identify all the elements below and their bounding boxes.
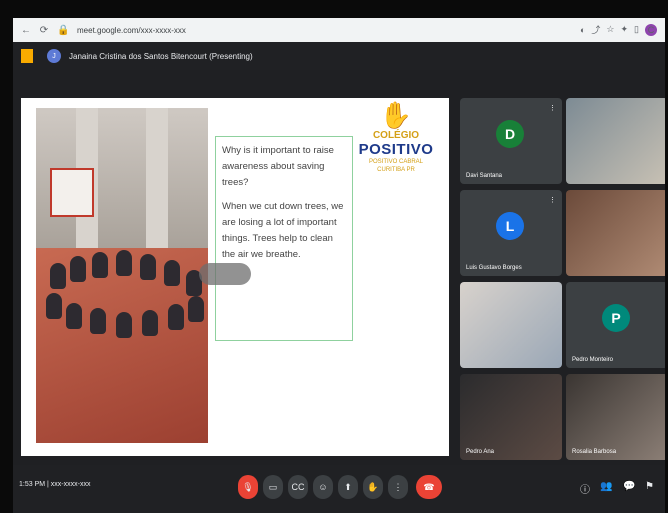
presentation-header: J Janaina Cristina dos Santos Bitencourt… (13, 42, 665, 70)
participant-video-tile[interactable] (460, 282, 562, 368)
sidebar-icon[interactable]: ▯ (634, 24, 639, 35)
participant-tile[interactable]: P Pedro Monteiro (566, 282, 665, 368)
participant-video-tile[interactable] (566, 190, 665, 276)
participant-name: Pedro Monteiro (572, 357, 614, 363)
participant-video-tile[interactable] (566, 98, 665, 184)
participant-tile[interactable]: L ⋮ Luis Gustavo Borges (460, 190, 562, 276)
more-options-button[interactable]: ⋮ (388, 475, 408, 499)
school-logo: ✋ COLÉGIO POSITIVO POSITIVO CABRAL CURIT… (356, 100, 436, 210)
participant-video-tile[interactable]: Pedro Ana (460, 374, 562, 460)
emoji-button[interactable]: ☺ (313, 475, 333, 499)
slide-answer: When we cut down trees, we are losing a … (222, 201, 344, 260)
people-icon[interactable]: 👥 (600, 481, 612, 492)
lock-icon: 🔒 (57, 24, 70, 36)
browser-toolbar: ← ⟳ 🔒 meet.google.com/xxx-xxxx-xxx ◐ ⤴ ☆… (13, 18, 665, 42)
back-icon[interactable]: ← (21, 25, 31, 36)
participant-tile[interactable]: D ⋮ Davi Santana (460, 98, 562, 184)
chat-icon[interactable]: 💬 (623, 481, 635, 492)
cursor-overlay (199, 263, 251, 285)
star-icon[interactable]: ☆ (606, 24, 614, 35)
shared-slide: Why is it important to raise awareness a… (21, 98, 449, 456)
participant-video-tile[interactable]: Rosalia Barbosa (566, 374, 665, 460)
mic-button[interactable]: 🎙 (238, 475, 258, 499)
reload-icon[interactable]: ⟳ (39, 25, 49, 36)
extension-icon[interactable]: ◐ (580, 25, 585, 35)
slide-question: Why is it important to raise awareness a… (222, 145, 334, 188)
poster-image (50, 168, 94, 217)
camera-button[interactable]: ▭ (263, 475, 283, 499)
meeting-time: 1:53 PM (19, 481, 46, 488)
participant-avatar: D (496, 120, 524, 148)
logo-positivo: POSITIVO (358, 141, 434, 158)
participant-avatar: P (602, 304, 630, 332)
slide-text-box: Why is it important to raise awareness a… (215, 136, 353, 341)
participant-name: Pedro Ana (466, 449, 495, 455)
present-button[interactable]: ⬆ (338, 475, 358, 499)
info-icon[interactable]: ⓘ (580, 481, 590, 496)
call-controls-bar: 1:53 PM | xxx-xxxx-xxx 🎙 ▭ CC ☺ ⬆ ✋ ⋮ ☎ … (13, 465, 665, 513)
participant-name: Rosalia Barbosa (572, 449, 617, 455)
activities-icon[interactable]: ⚑ (645, 481, 654, 492)
mic-off-icon: ⋮ (549, 197, 556, 204)
puzzle-icon[interactable]: ✦ (621, 24, 629, 35)
captions-button[interactable]: CC (288, 475, 308, 499)
end-call-button[interactable]: ☎ (416, 475, 442, 499)
meeting-info: 1:53 PM | xxx-xxxx-xxx (19, 481, 91, 488)
students-photo (36, 108, 208, 443)
meeting-code: xxx-xxxx-xxx (50, 481, 91, 488)
raise-hand-button[interactable]: ✋ (363, 475, 383, 499)
meet-window: ← ⟳ 🔒 meet.google.com/xxx-xxxx-xxx ◐ ⤴ ☆… (13, 18, 665, 513)
profile-avatar[interactable]: C (645, 23, 657, 36)
address-bar[interactable]: meet.google.com/xxx-xxxx-xxx (77, 26, 186, 35)
participant-avatar: L (496, 212, 524, 240)
presenting-label: Janaina Cristina dos Santos Bitencourt (… (69, 51, 253, 61)
share-icon[interactable]: ⤴ (591, 23, 600, 36)
app-icon (21, 49, 33, 63)
logo-colegio: COLÉGIO (372, 130, 420, 141)
hand-emblem-icon: ✋ (379, 100, 413, 130)
participant-name: Davi Santana (466, 173, 503, 179)
presenter-avatar: J (47, 49, 61, 63)
participant-name: Luis Gustavo Borges (466, 265, 522, 271)
mic-off-icon: ⋮ (549, 105, 556, 112)
logo-subtitle: POSITIVO CABRAL CURITIBA PR (368, 159, 423, 173)
